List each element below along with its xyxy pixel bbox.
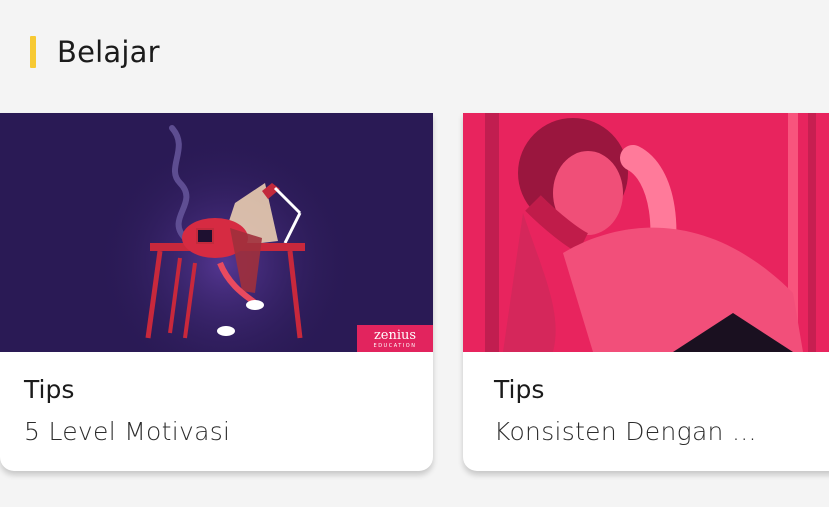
section-title: Belajar [57, 35, 160, 69]
card-title: 5 Level Motivasi [24, 417, 231, 446]
section-accent-bar [30, 36, 36, 68]
card-category: Tips [494, 375, 545, 404]
photo-tired-athlete [463, 113, 829, 352]
section-header: Belajar [30, 35, 160, 69]
illustration-studying-desk [0, 113, 433, 352]
article-thumbnail: zenius EDUCATION [0, 113, 433, 352]
article-thumbnail [463, 113, 829, 352]
article-card[interactable]: Tips Konsisten Dengan ... [463, 113, 829, 471]
card-category: Tips [24, 375, 75, 404]
article-card[interactable]: zenius EDUCATION Tips 5 Level Motivasi [0, 113, 433, 471]
card-title: Konsisten Dengan ... [494, 417, 757, 446]
zenius-logo: zenius EDUCATION [357, 325, 433, 352]
